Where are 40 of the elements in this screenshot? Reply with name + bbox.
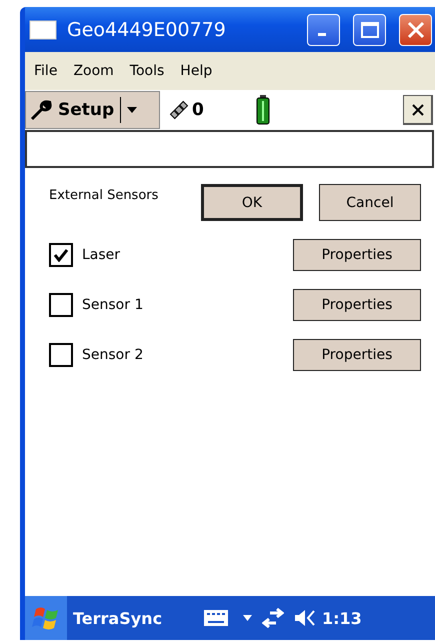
menu-item[interactable]: Help	[180, 63, 212, 79]
properties-button[interactable]: Properties	[293, 289, 421, 321]
maximize-icon	[360, 22, 378, 38]
satellite-count: 0	[192, 100, 204, 120]
window-icon	[29, 20, 57, 40]
satellite-icon	[168, 99, 190, 121]
checkbox[interactable]	[49, 243, 73, 267]
windows-flag-icon	[32, 605, 60, 631]
window-title: Geo4449E00779	[67, 18, 227, 40]
active-app[interactable]: TerraSync	[73, 608, 203, 628]
close-icon	[406, 20, 424, 38]
close-icon	[412, 104, 424, 116]
properties-button[interactable]: Properties	[293, 339, 421, 371]
checkmark-icon	[53, 248, 69, 262]
minimize-icon	[318, 33, 326, 36]
menu-item[interactable]: File	[34, 63, 58, 79]
checkbox[interactable]	[49, 343, 73, 367]
maximize-button[interactable]	[353, 14, 386, 46]
ok-button[interactable]: OK	[201, 184, 303, 221]
sensor-label: Sensor 2	[82, 347, 144, 363]
setup-button[interactable]: Setup	[25, 91, 160, 129]
status-field[interactable]	[25, 130, 434, 168]
keyboard-icon[interactable]	[203, 609, 229, 627]
dropdown-arrow-icon[interactable]	[243, 615, 252, 621]
minimize-button[interactable]	[307, 14, 340, 46]
wrench-icon	[30, 99, 52, 121]
dialog-title: External Sensors	[49, 188, 160, 203]
cancel-button[interactable]: Cancel	[319, 184, 421, 221]
clock[interactable]: 1:13	[322, 608, 362, 628]
dropdown-arrow-icon	[127, 107, 138, 113]
start-button[interactable]	[25, 596, 67, 640]
close-button[interactable]	[403, 95, 433, 125]
sensor-label: Sensor 1	[82, 297, 144, 313]
connectivity-icon[interactable]	[262, 608, 284, 628]
menu-item[interactable]: Tools	[130, 63, 164, 79]
menu-item[interactable]: Zoom	[73, 63, 114, 79]
checkbox[interactable]	[49, 293, 73, 317]
properties-button[interactable]: Properties	[293, 239, 421, 271]
battery-icon	[256, 95, 270, 125]
sensor-label: Laser	[82, 247, 122, 263]
